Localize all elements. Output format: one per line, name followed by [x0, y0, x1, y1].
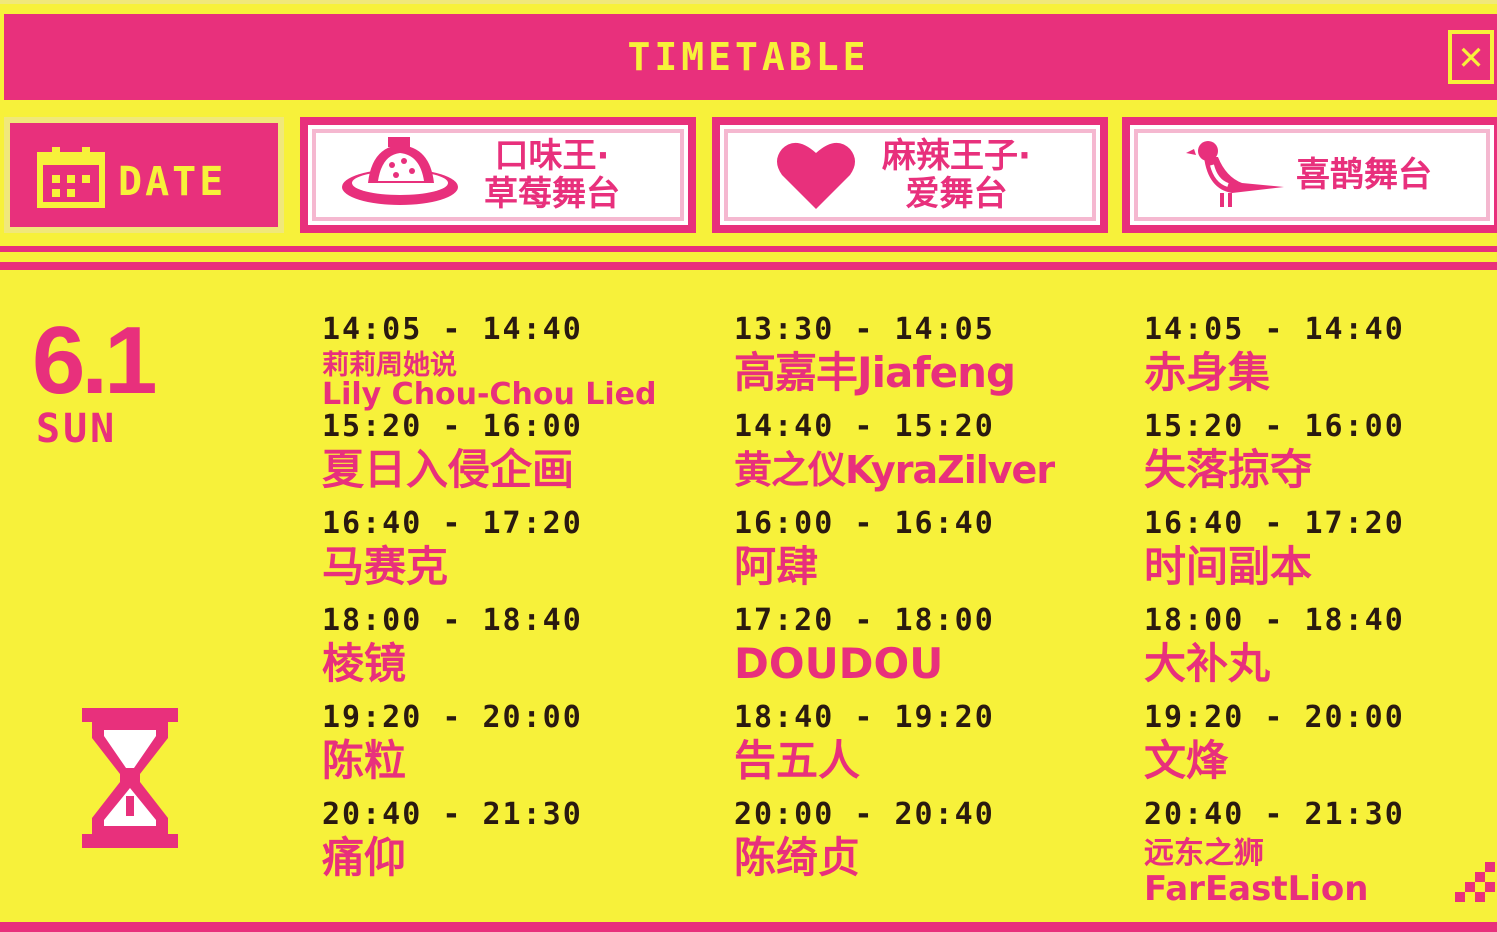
magpie-icon	[1186, 141, 1284, 207]
slot-time: 14:05 - 14:40	[322, 312, 583, 347]
slot-time: 18:00 - 18:40	[322, 603, 583, 638]
slot-time: 14:05 - 14:40	[1144, 312, 1405, 347]
slot-artist-line2: FarEastLion	[1144, 869, 1369, 909]
schedule-slot: 13:30 - 14:05 高嘉丰Jiafeng	[734, 312, 1154, 408]
slot-artist: 赤身集	[1144, 348, 1271, 397]
slot-time: 15:20 - 16:00	[1144, 409, 1405, 444]
slot-time: 20:40 - 21:30	[322, 797, 583, 832]
slot-artist: 棱镜	[322, 639, 407, 688]
schedule-slot: 20:40 - 21:30 远东之狮 FarEastLion	[1144, 797, 1497, 907]
slot-artist: 黄之仪KyraZilver	[734, 448, 1055, 492]
schedule-slot: 16:40 - 17:20 时间副本	[1144, 506, 1497, 602]
slot-time: 20:40 - 21:30	[1144, 797, 1405, 832]
tab-stage-love[interactable]: 麻辣王子· 爱舞台	[712, 117, 1108, 233]
hourglass-icon	[82, 708, 178, 848]
tab-stage-magpie[interactable]: 喜鹊舞台	[1122, 117, 1497, 233]
schedule-slot: 16:40 - 17:20 马赛克	[322, 506, 742, 602]
stage-label-line1: 喜鹊舞台	[1296, 155, 1432, 195]
slot-artist: 夏日入侵企画	[322, 445, 575, 494]
schedule-slot: 14:40 - 15:20 黄之仪KyraZilver	[734, 409, 1154, 505]
tab-stage-strawberry[interactable]: 口味王· 草莓舞台	[300, 117, 696, 233]
tab-date[interactable]: DATE	[4, 117, 284, 233]
slot-artist: 大补丸	[1144, 639, 1271, 688]
slot-artist: 痛仰	[322, 833, 407, 882]
stage-label-line1: 口味王·	[494, 136, 610, 176]
slot-artist: 失落掠夺	[1144, 445, 1313, 494]
stage-label-line2: 爱舞台	[905, 174, 1008, 214]
slot-time: 16:00 - 16:40	[734, 506, 995, 541]
top-border	[0, 0, 1497, 4]
close-button[interactable]: ✕	[1448, 30, 1494, 84]
slot-time: 19:20 - 20:00	[322, 700, 583, 735]
calendar-icon	[37, 147, 105, 208]
schedule-slot: 18:00 - 18:40 大补丸	[1144, 603, 1497, 699]
schedule-slot: 17:20 - 18:00 DOUDOU	[734, 603, 1154, 699]
slot-time: 13:30 - 14:05	[734, 312, 995, 347]
schedule-slot: 20:00 - 20:40 陈绮贞	[734, 797, 1154, 893]
day-weekday: SUN	[36, 406, 118, 452]
slot-artist-line1: 莉莉周她说	[322, 350, 457, 381]
slot-time: 17:20 - 18:00	[734, 603, 995, 638]
stage-label-line1: 麻辣王子·	[882, 136, 1031, 176]
slot-artist-line2: Lily Chou-Chou Lied	[322, 377, 657, 412]
bottom-border	[0, 922, 1497, 932]
timetable-window: TIMETABLE ✕ DATE 口味王· 草莓舞台 麻辣王子· 爱舞台 喜鹊舞…	[0, 0, 1497, 932]
schedule-slot: 18:40 - 19:20 告五人	[734, 700, 1154, 796]
slot-time: 16:40 - 17:20	[1144, 506, 1405, 541]
slot-time: 19:20 - 20:00	[1144, 700, 1405, 735]
divider	[0, 246, 1497, 252]
slot-artist: 陈绮贞	[734, 833, 861, 882]
heart-icon	[777, 142, 855, 209]
schedule-slot: 15:20 - 16:00 失落掠夺	[1144, 409, 1497, 505]
schedule-slot: 14:05 - 14:40 赤身集	[1144, 312, 1497, 408]
slot-artist: 远东之狮 FarEastLion	[1144, 836, 1369, 909]
schedule-slot: 19:20 - 20:00 陈粒	[322, 700, 742, 796]
slot-artist: 高嘉丰Jiafeng	[734, 348, 1016, 397]
schedule-slot: 20:40 - 21:30 痛仰	[322, 797, 742, 893]
slot-time: 18:40 - 19:20	[734, 700, 995, 735]
window-title: TIMETABLE	[627, 35, 870, 79]
slot-artist: 阿肆	[734, 542, 819, 591]
slot-artist-line1: 远东之狮	[1144, 836, 1264, 871]
slot-artist: 莉莉周她说 Lily Chou-Chou Lied	[322, 352, 656, 410]
slot-artist: 文烽	[1144, 736, 1229, 785]
slot-time: 14:40 - 15:20	[734, 409, 995, 444]
slot-artist: 马赛克	[322, 542, 449, 591]
divider	[0, 262, 1497, 270]
slot-time: 18:00 - 18:40	[1144, 603, 1405, 638]
day-date: 6.1	[32, 307, 157, 414]
schedule-slot: 16:00 - 16:40 阿肆	[734, 506, 1154, 602]
slot-artist: DOUDOU	[734, 639, 944, 688]
slot-time: 20:00 - 20:40	[734, 797, 995, 832]
slot-artist: 陈粒	[322, 736, 407, 785]
tab-date-label: DATE	[118, 159, 227, 205]
stage-label-line2: 草莓舞台	[484, 174, 620, 214]
slot-time: 16:40 - 17:20	[322, 506, 583, 541]
tab-stage-magpie-label: 喜鹊舞台	[1296, 156, 1432, 194]
schedule-slot: 19:20 - 20:00 文烽	[1144, 700, 1497, 796]
tab-stage-strawberry-label: 口味王· 草莓舞台	[484, 137, 620, 213]
slot-artist: 告五人	[734, 736, 861, 785]
strawberry-hat-icon	[342, 137, 458, 205]
schedule-slot: 15:20 - 16:00 夏日入侵企画	[322, 409, 742, 505]
slot-artist: 时间副本	[1144, 542, 1313, 591]
slot-time: 15:20 - 16:00	[322, 409, 583, 444]
tab-stage-love-label: 麻辣王子· 爱舞台	[882, 137, 1031, 213]
schedule-slot: 18:00 - 18:40 棱镜	[322, 603, 742, 699]
schedule-slot: 14:05 - 14:40 莉莉周她说 Lily Chou-Chou Lied	[322, 312, 742, 410]
